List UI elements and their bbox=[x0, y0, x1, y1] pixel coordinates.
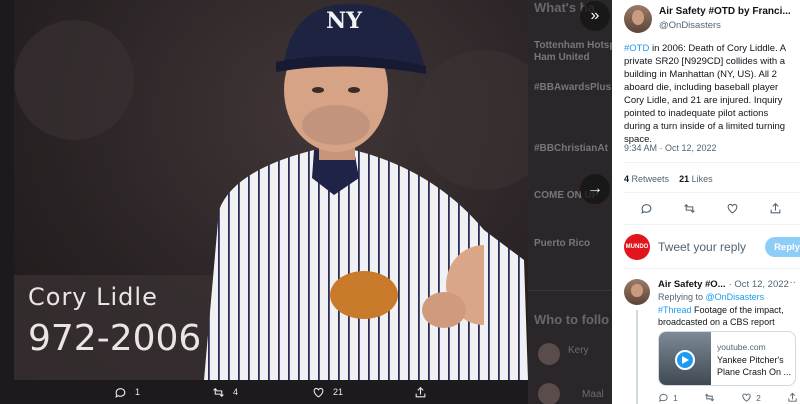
likes-count: 21 bbox=[679, 174, 690, 184]
bg-trend-3: #BBChristianAt bbox=[534, 143, 608, 154]
heart-icon bbox=[742, 393, 751, 402]
replying-to: Replying to @OnDisasters bbox=[658, 292, 764, 302]
media-share-button[interactable] bbox=[414, 386, 427, 399]
logo-text: MUNDO bbox=[625, 244, 649, 250]
media-like-button[interactable]: 21 bbox=[312, 386, 343, 399]
retweets-label: Retweets bbox=[631, 174, 670, 184]
tweet-text: #OTD in 2006: Death of Cory Liddle. A pr… bbox=[624, 42, 796, 146]
link-card[interactable]: youtube.com Yankee Pitcher's Plane Crash… bbox=[658, 331, 796, 386]
bg-who-to-follow: Who to follo bbox=[534, 312, 610, 327]
share-icon[interactable] bbox=[769, 202, 782, 215]
reply-button[interactable]: Reply bbox=[765, 237, 800, 257]
reply-composer: MUNDO Tweet your reply Reply bbox=[624, 232, 800, 262]
replying-prefix: Replying to bbox=[658, 292, 706, 302]
next-image-button[interactable]: → bbox=[580, 174, 610, 204]
bg-trend-2: #BBAwardsPlus bbox=[534, 82, 612, 93]
bg-follow-avatar bbox=[538, 343, 560, 365]
double-chevron-right-icon: » bbox=[590, 7, 600, 24]
reply-author-avatar[interactable] bbox=[624, 279, 650, 305]
reply-input[interactable]: Tweet your reply bbox=[658, 240, 746, 254]
replying-handle-link[interactable]: @OnDisasters bbox=[706, 292, 765, 302]
reply-icon[interactable] bbox=[640, 202, 653, 215]
tweet-stats: 4 Retweets 21 Likes bbox=[624, 174, 713, 184]
retweets-count: 4 bbox=[624, 174, 630, 184]
reply-reply-button[interactable]: 1 bbox=[658, 392, 678, 403]
reply-header: Air Safety #O... · Oct 12, 2022 ··· bbox=[658, 277, 796, 290]
retweet-icon bbox=[704, 393, 714, 402]
tweet-timestamp[interactable]: 9:34 AM · Oct 12, 2022 bbox=[624, 143, 717, 153]
tweet-body: in 2006: Death of Cory Liddle. A private… bbox=[624, 43, 786, 145]
bg-follow-1: Kery bbox=[568, 345, 589, 356]
reply-author-name[interactable]: Air Safety #O... bbox=[658, 279, 726, 290]
media-retweet-count: 4 bbox=[233, 387, 239, 397]
media-like-count: 21 bbox=[333, 387, 344, 397]
reply-reply-count: 1 bbox=[673, 392, 678, 403]
reply-action-row: 1 2 bbox=[658, 392, 798, 403]
tweet-hashtag-link[interactable]: #OTD bbox=[624, 43, 649, 54]
reply-hashtag-link[interactable]: #Thread bbox=[658, 305, 692, 315]
photo-caption-name: Cory Lidle bbox=[28, 283, 158, 311]
likes-label: Likes bbox=[691, 174, 713, 184]
author-name[interactable]: Air Safety #OTD by Franci... bbox=[659, 6, 791, 17]
retweet-icon[interactable] bbox=[683, 202, 696, 215]
media-photo[interactable]: NY Cory Lidle 972-2006 bbox=[14, 0, 528, 380]
author-avatar[interactable] bbox=[624, 5, 652, 33]
divider bbox=[624, 162, 800, 163]
arrow-right-icon: → bbox=[587, 180, 603, 197]
reply-date[interactable]: · Oct 12, 2022 bbox=[729, 279, 789, 290]
heart-icon[interactable] bbox=[726, 202, 739, 215]
user-avatar-logo[interactable]: MUNDO bbox=[624, 234, 650, 260]
media-retweet-button[interactable]: 4 bbox=[212, 386, 238, 399]
bg-trend-1: Tottenham Hotsp bbox=[534, 40, 612, 51]
card-domain: youtube.com bbox=[717, 342, 766, 352]
bg-follow-2: Maal bbox=[582, 389, 604, 400]
bg-trend-1b: Ham United bbox=[534, 52, 590, 63]
media-reply-count: 1 bbox=[135, 387, 141, 397]
tweet-detail-panel: Air Safety #OTD by Franci... @OnDisaster… bbox=[612, 0, 800, 404]
bg-divider bbox=[528, 290, 612, 291]
reply-icon bbox=[659, 393, 668, 403]
card-thumbnail bbox=[659, 332, 711, 385]
retweets-stat[interactable]: 4 Retweets bbox=[624, 174, 669, 184]
divider bbox=[624, 268, 800, 269]
reply-share-button[interactable] bbox=[787, 392, 798, 403]
expand-panel-button[interactable]: » bbox=[580, 1, 610, 31]
reply-icon bbox=[115, 387, 126, 398]
svg-text:NY: NY bbox=[326, 8, 362, 34]
reply-text: #Thread Footage of the impact, broadcast… bbox=[658, 304, 796, 328]
media-reply-button[interactable]: 1 bbox=[114, 386, 140, 399]
bg-follow-avatar bbox=[538, 383, 560, 404]
share-icon bbox=[415, 386, 426, 397]
thread-connector bbox=[636, 310, 638, 404]
photo-caption-years: 972-2006 bbox=[28, 318, 202, 359]
reply-like-count: 2 bbox=[756, 392, 761, 403]
tweet-action-row bbox=[640, 202, 782, 215]
bg-trend-5: Puerto Rico bbox=[534, 238, 591, 249]
divider bbox=[624, 192, 800, 193]
divider bbox=[624, 224, 800, 225]
play-icon bbox=[675, 350, 695, 370]
retweet-icon bbox=[213, 387, 224, 397]
heart-icon bbox=[313, 387, 324, 397]
more-options-icon[interactable]: ··· bbox=[786, 277, 796, 288]
card-title: Yankee Pitcher's Plane Crash On ... bbox=[717, 355, 792, 377]
share-icon bbox=[788, 392, 797, 402]
likes-stat[interactable]: 21 Likes bbox=[679, 174, 713, 184]
reply-retweet-button[interactable] bbox=[704, 392, 715, 403]
author-handle[interactable]: @OnDisasters bbox=[659, 20, 721, 31]
reply-like-button[interactable]: 2 bbox=[741, 392, 761, 403]
media-action-bar: 1 4 21 bbox=[14, 380, 528, 404]
